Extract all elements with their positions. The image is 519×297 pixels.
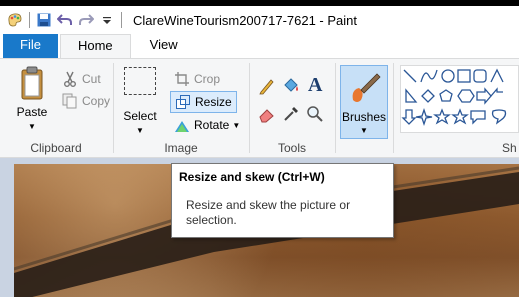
rotate-button[interactable]: Rotate ▼: [174, 115, 240, 135]
select-label: Select: [123, 109, 157, 123]
window-title: ClareWineTourism200717-7621 - Paint: [133, 12, 358, 28]
magnifier-icon[interactable]: [306, 105, 324, 123]
group-separator-3: [335, 63, 336, 153]
tab-file[interactable]: File: [3, 34, 58, 58]
brushes-label: Brushes: [341, 110, 387, 124]
customize-dropdown-icon[interactable]: [98, 11, 116, 29]
cut-label: Cut: [82, 72, 101, 86]
clipboard-group: Paste ▼ Cut Copy Clipboard: [0, 59, 112, 159]
clipboard-group-label: Clipboard: [30, 141, 82, 155]
fill-bucket-icon[interactable]: [282, 77, 300, 95]
redo-icon[interactable]: [77, 11, 95, 29]
rotate-label: Rotate: [194, 118, 230, 132]
tooltip-title: Resize and skew (Ctrl+W): [179, 170, 325, 184]
brush-icon: [347, 70, 383, 106]
ribbon-tabs: File Home View: [0, 34, 519, 58]
paste-dropdown-icon[interactable]: ▼: [12, 123, 52, 131]
copy-label: Copy: [82, 94, 111, 108]
scissors-icon: [62, 71, 78, 87]
paint-window: ClareWineTourism200717-7621 - Paint File…: [0, 6, 519, 297]
paste-icon: [16, 65, 48, 101]
select-dropdown-icon[interactable]: ▼: [120, 127, 160, 135]
crop-button[interactable]: Crop: [174, 69, 220, 89]
tab-home[interactable]: Home: [59, 34, 131, 58]
title-bar: ClareWineTourism200717-7621 - Paint: [0, 6, 519, 34]
title-separator: [29, 12, 30, 28]
brushes-button[interactable]: Brushes ▼: [340, 65, 388, 139]
pencil-icon[interactable]: [258, 77, 276, 95]
title-separator-2: [121, 12, 122, 28]
brushes-dropdown-icon[interactable]: ▼: [341, 126, 387, 135]
resize-tooltip: Resize and skew (Ctrl+W) Resize and skew…: [171, 163, 394, 238]
cut-button[interactable]: Cut: [62, 69, 101, 89]
paste-label: Paste: [16, 105, 48, 119]
image-group-label: Image: [164, 141, 198, 155]
tools-group-label: Tools: [277, 141, 306, 155]
shapes-group: Sh: [394, 59, 519, 159]
copy-icon: [62, 93, 78, 109]
color-picker-icon[interactable]: [282, 105, 300, 123]
eraser-icon[interactable]: [258, 105, 276, 123]
ribbon: Paste ▼ Cut Copy Clipboard Select ▼ Crop…: [0, 58, 519, 158]
rotate-dropdown-icon[interactable]: ▼: [232, 121, 240, 130]
tooltip-description: Resize and skew the picture or selection…: [186, 198, 351, 227]
select-button[interactable]: Select ▼: [120, 67, 160, 135]
crop-label: Crop: [194, 72, 221, 86]
rotate-icon: [174, 117, 190, 133]
text-icon[interactable]: A: [308, 74, 322, 97]
crop-icon: [174, 71, 190, 87]
tab-view[interactable]: View: [133, 34, 195, 58]
paint-app-icon[interactable]: [6, 11, 24, 29]
undo-icon[interactable]: [56, 11, 74, 29]
select-rectangle-icon: [124, 67, 156, 95]
tools-group: A Tools: [250, 59, 334, 159]
paste-button[interactable]: Paste ▼: [12, 65, 52, 131]
save-icon[interactable]: [35, 11, 53, 29]
image-group: Select ▼ Crop Resize Rotate ▼ Image: [114, 59, 248, 159]
shapes-gallery[interactable]: [400, 65, 519, 133]
copy-button[interactable]: Copy: [62, 91, 110, 111]
resize-button[interactable]: Resize: [170, 91, 237, 113]
quick-access-toolbar: [0, 6, 127, 34]
shapes-group-label: Sh: [502, 141, 517, 155]
resize-icon: [175, 94, 191, 110]
resize-label: Resize: [195, 95, 232, 109]
